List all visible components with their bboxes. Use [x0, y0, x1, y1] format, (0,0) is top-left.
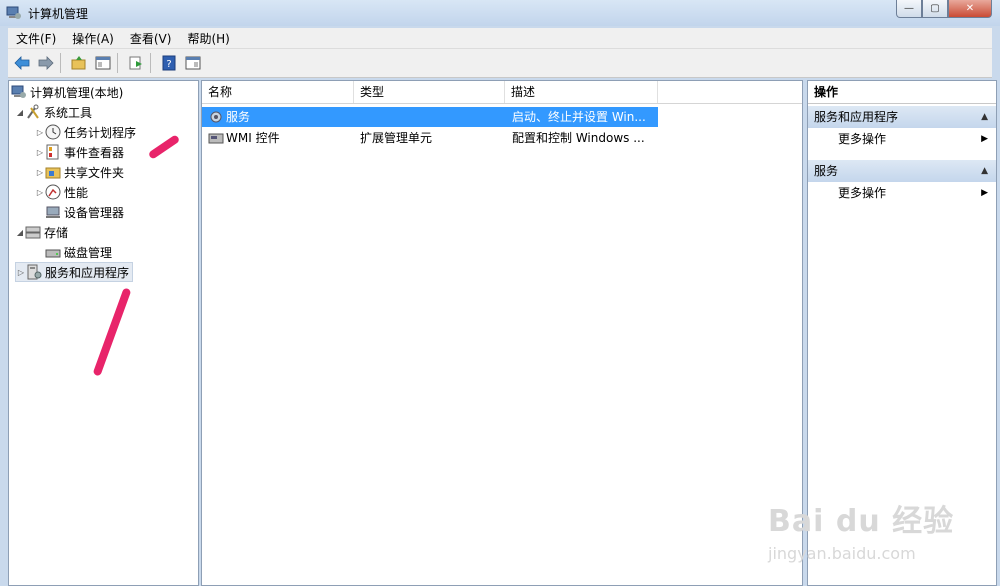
toolbar-separator: [150, 53, 151, 73]
column-header-name[interactable]: 名称: [202, 81, 354, 103]
tree-item-system-tools[interactable]: ◢ 系统工具: [15, 103, 92, 121]
show-hide-tree-button[interactable]: [93, 53, 113, 73]
more-actions-label: 更多操作: [838, 132, 887, 146]
console-tree: 计算机管理(本地) ◢ 系统工具 ▷ 任务计划程序 ▷ 事件查看器 ▷ 共享文件…: [8, 80, 199, 586]
clock-icon: [45, 124, 61, 140]
actions-section-services[interactable]: 服务 ▲: [808, 160, 996, 182]
list-row-services[interactable]: 服务 启动、终止并设置 Win...: [202, 107, 658, 127]
storage-icon: [25, 226, 41, 239]
console-tree-icon: [95, 56, 111, 70]
collapse-arrow-icon[interactable]: ◢: [15, 228, 25, 237]
back-button[interactable]: [12, 53, 32, 73]
row-name: 服务: [226, 110, 251, 124]
list-row-wmi[interactable]: WMI 控件 扩展管理单元 配置和控制 Windows ...: [202, 128, 658, 148]
window-title: 计算机管理: [28, 7, 89, 21]
menu-file[interactable]: 文件(F): [8, 30, 64, 47]
more-actions-item[interactable]: 更多操作 ▶: [808, 182, 996, 204]
expand-arrow-icon[interactable]: ▷: [35, 188, 45, 197]
toolbar: ?: [8, 49, 992, 78]
tools-icon: [27, 104, 39, 119]
collapse-up-icon[interactable]: ▲: [981, 160, 988, 182]
more-actions-item[interactable]: 更多操作 ▶: [808, 128, 996, 150]
section-label: 服务: [814, 164, 839, 178]
watermark-url: jingyan.baidu.com: [768, 544, 916, 563]
export-icon: [129, 56, 142, 70]
tree-item-label: 设备管理器: [64, 205, 125, 220]
computer-management-icon: [6, 6, 21, 19]
back-arrow-icon: [14, 56, 30, 70]
actions-header: 操作: [808, 81, 996, 104]
row-description: 配置和控制 Windows ...: [512, 131, 645, 145]
watermark-logo: Bai du 经验: [768, 504, 955, 539]
more-actions-label: 更多操作: [838, 186, 887, 200]
expand-arrow-icon[interactable]: ▷: [35, 128, 45, 137]
show-action-pane-button[interactable]: [183, 53, 203, 73]
services-gear-icon: [210, 111, 222, 123]
toolbar-separator: [117, 53, 118, 73]
computer-management-icon: [11, 85, 26, 98]
tree-root[interactable]: 计算机管理(本地): [11, 83, 123, 101]
forward-arrow-icon: [38, 56, 54, 70]
title-bar: 计算机管理 — ▢ ✕: [0, 0, 1000, 26]
tree-item-disk-management[interactable]: 磁盘管理: [45, 243, 112, 261]
result-list: 名称 类型 描述 服务 启动、终止并设置 Win... WMI 控件 扩展管理单…: [201, 80, 803, 586]
tree-item-label: 事件查看器: [64, 145, 125, 160]
expand-arrow-icon[interactable]: ▷: [35, 148, 45, 157]
help-icon: ?: [162, 55, 176, 71]
row-type: [360, 107, 500, 127]
up-level-button[interactable]: [69, 53, 89, 73]
help-button[interactable]: ?: [159, 53, 179, 73]
list-header: 名称 类型 描述: [202, 81, 802, 104]
tree-item-label: 任务计划程序: [64, 125, 137, 140]
menu-view[interactable]: 查看(V): [122, 30, 180, 47]
menu-action[interactable]: 操作(A): [64, 30, 122, 47]
expand-arrow-icon[interactable]: ▷: [35, 168, 45, 177]
menu-bar: 文件(F) 操作(A) 查看(V) 帮助(H): [8, 28, 992, 49]
tree-item-label: 系统工具: [44, 105, 93, 120]
maximize-button[interactable]: ▢: [922, 0, 948, 18]
tree-item-label: 性能: [64, 185, 89, 200]
tree-item-label: 磁盘管理: [64, 245, 113, 260]
tree-item-label: 共享文件夹: [64, 165, 125, 180]
tree-item-task-scheduler[interactable]: ▷ 任务计划程序: [35, 123, 136, 141]
tree-item-performance[interactable]: ▷ 性能: [35, 183, 88, 201]
folder-up-icon: [71, 56, 86, 70]
tree-item-event-viewer[interactable]: ▷ 事件查看器: [35, 143, 124, 161]
minimize-button[interactable]: —: [896, 0, 922, 18]
disk-icon: [45, 249, 61, 258]
performance-icon: [45, 184, 61, 200]
toolbar-separator: [60, 53, 61, 73]
tree-item-shared-folders[interactable]: ▷ 共享文件夹: [35, 163, 124, 181]
row-name: WMI 控件: [226, 131, 280, 145]
baidu-watermark: Bai du 经验 jingyan.baidu.com: [768, 478, 968, 578]
svg-text:?: ?: [166, 59, 171, 70]
wmi-control-icon: [208, 133, 224, 144]
expand-arrow-icon[interactable]: ▷: [16, 268, 26, 277]
section-label: 服务和应用程序: [814, 110, 899, 124]
shared-folder-icon: [45, 167, 61, 179]
collapse-arrow-icon[interactable]: ◢: [15, 108, 25, 117]
export-list-button[interactable]: [126, 53, 146, 73]
services-apps-icon: [27, 264, 42, 280]
device-manager-icon: [46, 206, 60, 218]
action-pane-icon: [185, 56, 201, 70]
close-button[interactable]: ✕: [948, 0, 992, 18]
tree-item-device-manager[interactable]: 设备管理器: [45, 203, 124, 221]
tree-item-storage[interactable]: ◢ 存储: [15, 223, 68, 241]
forward-button[interactable]: [36, 53, 56, 73]
row-description: 启动、终止并设置 Win...: [512, 110, 646, 124]
tree-item-services-apps[interactable]: ▷ 服务和应用程序: [15, 262, 134, 282]
submenu-arrow-icon: ▶: [981, 134, 988, 144]
actions-section-services-apps[interactable]: 服务和应用程序 ▲: [808, 106, 996, 128]
tree-item-label: 存储: [44, 225, 69, 240]
column-header-description[interactable]: 描述: [505, 81, 658, 103]
event-viewer-icon: [46, 144, 59, 160]
submenu-arrow-icon: ▶: [981, 188, 988, 198]
tree-item-label: 服务和应用程序: [45, 265, 130, 280]
row-type: 扩展管理单元: [360, 131, 433, 145]
menu-help[interactable]: 帮助(H): [179, 30, 237, 47]
column-header-type[interactable]: 类型: [354, 81, 505, 103]
collapse-up-icon[interactable]: ▲: [981, 106, 988, 128]
tree-root-label: 计算机管理(本地): [30, 85, 124, 100]
